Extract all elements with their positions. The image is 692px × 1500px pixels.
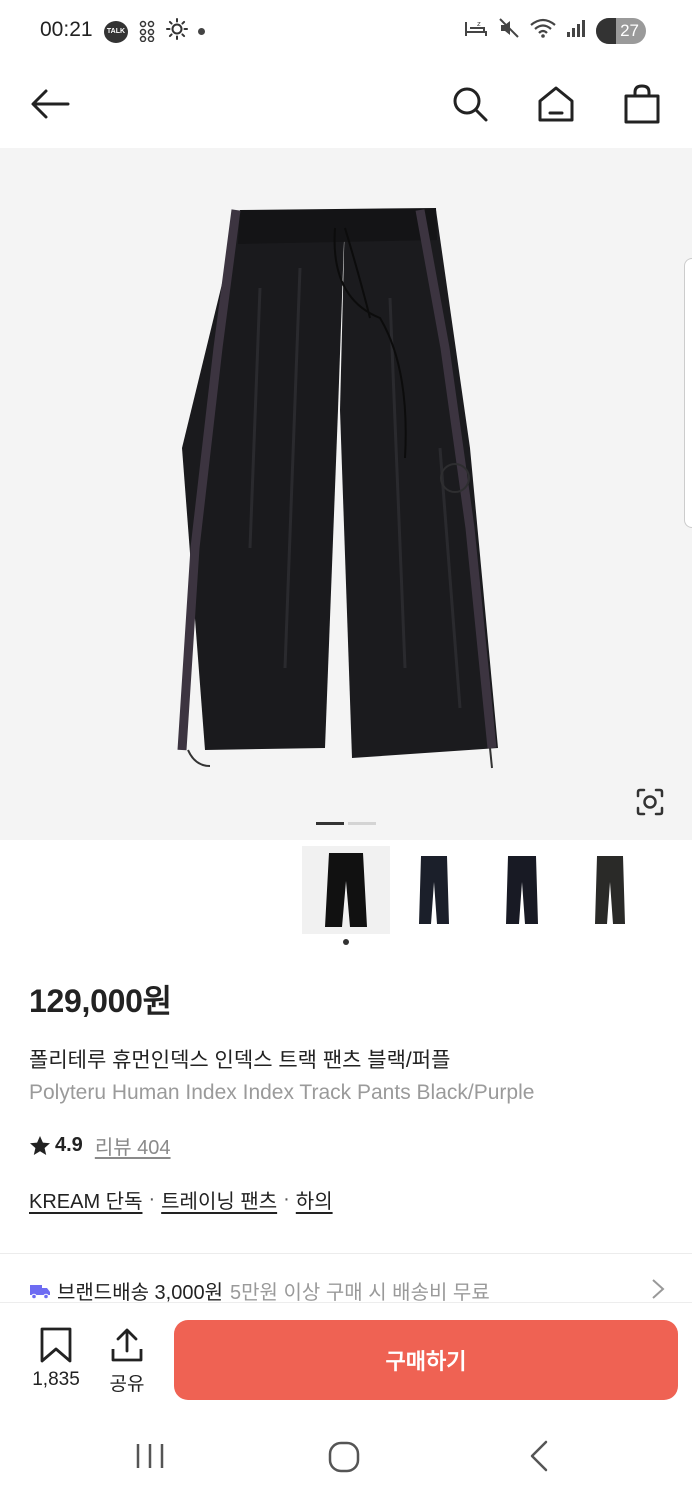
thumbnail-pants-image — [325, 853, 367, 927]
notification-app-icon — [138, 20, 156, 44]
status-bar: 00:21 TALK z 27 — [0, 0, 692, 62]
pager-segment-active — [316, 822, 344, 825]
free-shipping-note: 5만원 이상 구매 시 배송비 무료 — [230, 1282, 490, 1304]
category-separator: · — [148, 1188, 156, 1210]
side-scroll-handle[interactable] — [684, 258, 692, 528]
status-time: 00:21 — [40, 18, 93, 41]
bottom-action-bar: 1,835 공유 구매하기 — [0, 1302, 692, 1412]
search-icon — [453, 87, 488, 122]
product-image-carousel[interactable] — [0, 148, 692, 840]
category-link-bottoms[interactable]: 하의 — [296, 1185, 333, 1214]
thumbnail-4[interactable] — [566, 846, 654, 934]
category-separator: · — [283, 1188, 290, 1210]
system-icons: z 27 — [464, 17, 646, 44]
thumbnail-1[interactable] — [302, 846, 390, 934]
thumbnail-3[interactable] — [478, 846, 566, 934]
category-link-kream-exclusive[interactable]: KREAM 단독 — [29, 1185, 142, 1214]
carousel-pager — [316, 822, 376, 825]
notification-icons: TALK — [104, 18, 205, 45]
product-name-english: Polyteru Human Index Index Track Pants B… — [29, 1081, 535, 1104]
chevron-right-icon — [652, 1279, 665, 1299]
arrow-left-icon — [31, 89, 70, 119]
thumbnail-selected-dot — [343, 939, 349, 945]
save-count: 1,835 — [32, 1369, 80, 1390]
cart-button[interactable] — [616, 78, 668, 130]
share-icon — [111, 1328, 143, 1362]
search-button[interactable] — [444, 78, 496, 130]
signal-icon — [566, 18, 586, 43]
shipping-info-row[interactable]: 브랜드배송 3,000원 5만원 이상 구매 시 배송비 무료 — [29, 1276, 669, 1305]
rating-row: 4.9 리뷰 404 — [29, 1131, 171, 1160]
home-button[interactable] — [530, 78, 582, 130]
home-icon — [538, 86, 574, 122]
shipping-fee: 브랜드배송 3,000원 — [57, 1282, 224, 1304]
thumbnail-2[interactable] — [390, 846, 478, 934]
more-notifications-icon — [198, 28, 205, 35]
thumbnail-pants-image — [506, 856, 538, 924]
system-navigation-bar — [0, 1412, 692, 1500]
category-breadcrumb: KREAM 단독 · 트레이닝 팬츠 · 하의 — [29, 1185, 333, 1214]
image-search-button[interactable] — [630, 782, 670, 822]
star-icon — [30, 1135, 50, 1155]
home-circle-icon — [328, 1441, 360, 1473]
kakaotalk-icon: TALK — [104, 20, 128, 43]
back-chevron-icon — [530, 1440, 548, 1472]
rating-value: 4.9 — [55, 1134, 83, 1156]
mute-icon — [498, 17, 520, 44]
svg-text:z: z — [477, 20, 481, 28]
thumbnail-pants-image — [419, 856, 449, 924]
pager-segment — [348, 822, 376, 825]
category-link-training-pants[interactable]: 트레이닝 팬츠 — [161, 1185, 277, 1214]
sleep-mode-icon: z — [464, 18, 488, 43]
share-label: 공유 — [109, 1374, 145, 1395]
top-app-bar — [0, 62, 692, 148]
home-nav-button[interactable] — [323, 1436, 367, 1480]
review-link[interactable]: 리뷰 404 — [95, 1131, 171, 1160]
back-button[interactable] — [24, 78, 76, 130]
wifi-icon — [530, 17, 556, 44]
recent-apps-button[interactable] — [130, 1438, 170, 1478]
save-button[interactable]: 1,835 — [26, 1327, 86, 1397]
thumbnail-pants-image — [595, 856, 625, 924]
shopping-bag-icon — [624, 84, 660, 124]
battery-indicator: 27 — [596, 17, 646, 44]
thumbnail-strip — [302, 846, 654, 934]
product-price: 129,000원 — [29, 983, 172, 1019]
battery-level: 27 — [620, 20, 639, 40]
buy-button[interactable]: 구매하기 — [174, 1320, 678, 1400]
product-name-korean: 폴리테루 휴먼인덱스 인덱스 트랙 팬츠 블랙/퍼플 — [29, 1049, 451, 1072]
truck-icon — [30, 1284, 50, 1299]
battery-fill — [596, 17, 616, 44]
weather-sun-icon — [166, 18, 188, 45]
product-image-pants — [177, 208, 498, 769]
share-button[interactable]: 공유 — [100, 1327, 154, 1397]
back-nav-button[interactable] — [522, 1436, 558, 1480]
bookmark-icon — [40, 1327, 72, 1363]
camera-lens-icon — [636, 788, 664, 816]
recent-apps-icon — [136, 1444, 164, 1468]
section-divider — [0, 1253, 692, 1254]
